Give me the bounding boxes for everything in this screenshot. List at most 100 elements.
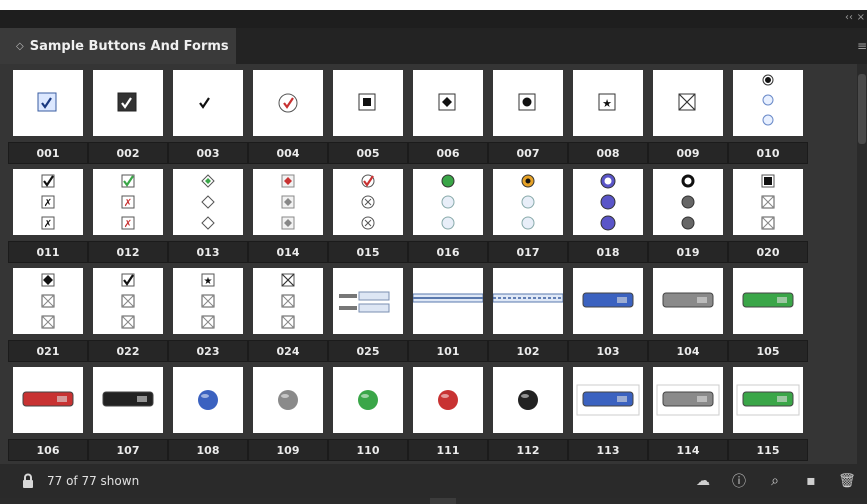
panel-tab-row: ◇ Sample Buttons And Forms ≡ bbox=[0, 28, 867, 64]
thumbnail-item[interactable]: 013 bbox=[168, 169, 248, 267]
thumbnail-item[interactable]: 002 bbox=[88, 70, 168, 168]
star-in-square-icon[interactable]: ★ bbox=[573, 70, 643, 136]
thumbnail-item[interactable]: 009 bbox=[648, 70, 728, 168]
diamond-stack-icon[interactable] bbox=[173, 169, 243, 235]
info-icon[interactable]: ⓘ bbox=[729, 471, 749, 491]
lock-icon[interactable] bbox=[22, 473, 34, 489]
gray-framed-button-icon[interactable] bbox=[653, 367, 723, 433]
thumbnail-item[interactable]: 017 bbox=[488, 169, 568, 267]
scrollbar-thumb[interactable] bbox=[858, 74, 866, 144]
thumbnail-item[interactable]: 016 bbox=[408, 169, 488, 267]
trash-icon[interactable]: 🗑 bbox=[837, 471, 857, 491]
thumbnail-item[interactable]: 102 bbox=[488, 268, 568, 366]
search-icon[interactable]: ⌕ bbox=[765, 471, 785, 491]
checkbox-stack-icon[interactable]: ✗ ✗ bbox=[13, 169, 83, 235]
purple-radio-stack-icon[interactable] bbox=[573, 169, 643, 235]
thumbnail-item[interactable]: 014 bbox=[248, 169, 328, 267]
thumbnail-item[interactable]: 111 bbox=[408, 367, 488, 465]
thumbnail-item[interactable]: ★ 023 bbox=[168, 268, 248, 366]
checkmark-icon[interactable] bbox=[173, 70, 243, 136]
thumbnail-item[interactable]: 021 bbox=[8, 268, 88, 366]
thumbnail-label: 018 bbox=[568, 241, 648, 263]
filled-square-icon[interactable] bbox=[333, 70, 403, 136]
thumbnail-item[interactable]: 004 bbox=[248, 70, 328, 168]
thumbnail-item[interactable]: 103 bbox=[568, 268, 648, 366]
thumbnail-item[interactable]: 020 bbox=[728, 169, 808, 267]
thin-field-dotted-icon[interactable] bbox=[493, 268, 563, 334]
thumbnail-item[interactable]: 015 bbox=[328, 169, 408, 267]
blue-framed-button-icon[interactable] bbox=[573, 367, 643, 433]
gray-ball-icon[interactable] bbox=[253, 367, 323, 433]
thumbnail-item[interactable]: 006 bbox=[408, 70, 488, 168]
thumbnail-item[interactable]: 113 bbox=[568, 367, 648, 465]
thumbnail-item[interactable]: 007 bbox=[488, 70, 568, 168]
thumbnail-item[interactable]: 105 bbox=[728, 268, 808, 366]
blue-button-icon[interactable] bbox=[573, 268, 643, 334]
x-box-stack-icon[interactable] bbox=[253, 268, 323, 334]
panel-menu-icon[interactable]: ≡ bbox=[857, 39, 867, 53]
thumbnail-label: 113 bbox=[568, 439, 648, 461]
thumbnail-item[interactable]: 108 bbox=[168, 367, 248, 465]
thumbnail-item[interactable]: 112 bbox=[488, 367, 568, 465]
black-ball-icon[interactable] bbox=[493, 367, 563, 433]
resize-grip[interactable] bbox=[430, 498, 456, 504]
square-box-stack-icon[interactable] bbox=[733, 169, 803, 235]
check-box-stack-icon[interactable] bbox=[93, 268, 163, 334]
x-box-icon[interactable] bbox=[653, 70, 723, 136]
thumbnail-label: 002 bbox=[88, 142, 168, 164]
thumbnail-item[interactable]: 110 bbox=[328, 367, 408, 465]
blue-ball-icon[interactable] bbox=[173, 367, 243, 433]
cloud-upload-icon[interactable]: ☁ bbox=[693, 471, 713, 491]
green-framed-button-icon[interactable] bbox=[733, 367, 803, 433]
green-ball-icon[interactable] bbox=[333, 367, 403, 433]
diamond-box-stack-icon[interactable] bbox=[13, 268, 83, 334]
form-fields-icon[interactable] bbox=[333, 268, 403, 334]
thumbnail-item[interactable]: ✗ ✗ 012 bbox=[88, 169, 168, 267]
red-diamond-stack-icon[interactable] bbox=[253, 169, 323, 235]
black-button-icon[interactable] bbox=[93, 367, 163, 433]
thumbnail-item[interactable]: 019 bbox=[648, 169, 728, 267]
thumbnail-item[interactable]: 106 bbox=[8, 367, 88, 465]
green-button-icon[interactable] bbox=[733, 268, 803, 334]
orange-radio-stack-icon[interactable] bbox=[493, 169, 563, 235]
thumbnail-item[interactable]: 114 bbox=[648, 367, 728, 465]
close-icon[interactable]: × bbox=[857, 12, 865, 23]
diamond-in-square-icon[interactable] bbox=[413, 70, 483, 136]
checkbox-filled-checked-icon[interactable] bbox=[93, 70, 163, 136]
green-red-checkbox-stack-icon[interactable]: ✗ ✗ bbox=[93, 169, 163, 235]
thumbnail-item[interactable]: 001 bbox=[8, 70, 88, 168]
radio-stack-icon[interactable] bbox=[733, 70, 803, 136]
panel-tab[interactable]: ◇ Sample Buttons And Forms bbox=[0, 28, 236, 64]
thumbnail-item[interactable]: 018 bbox=[568, 169, 648, 267]
circle-check-stack-icon[interactable] bbox=[333, 169, 403, 235]
thumbnail-item[interactable]: 022 bbox=[88, 268, 168, 366]
thumbnail-item[interactable]: ✗ ✗ 011 bbox=[8, 169, 88, 267]
thumbnail-item[interactable]: 010 bbox=[728, 70, 808, 168]
thumbnail-label: 106 bbox=[8, 439, 88, 461]
thumbnail-item[interactable]: 024 bbox=[248, 268, 328, 366]
gray-button-icon[interactable] bbox=[653, 268, 723, 334]
thumbnail-item[interactable]: 003 bbox=[168, 70, 248, 168]
new-item-icon[interactable]: ▪ bbox=[801, 471, 821, 491]
red-button-icon[interactable] bbox=[13, 367, 83, 433]
thin-field-icon[interactable] bbox=[413, 268, 483, 334]
thumbnail-item[interactable]: 109 bbox=[248, 367, 328, 465]
green-radio-stack-icon[interactable] bbox=[413, 169, 483, 235]
star-box-stack-icon[interactable]: ★ bbox=[173, 268, 243, 334]
thumbnail-label: 019 bbox=[648, 241, 728, 263]
thumbnail-item[interactable]: 005 bbox=[328, 70, 408, 168]
thumbnail-item[interactable]: 104 bbox=[648, 268, 728, 366]
thumbnail-item[interactable]: 107 bbox=[88, 367, 168, 465]
red-ball-icon[interactable] bbox=[413, 367, 483, 433]
gray-radio-stack-icon[interactable] bbox=[653, 169, 723, 235]
red-check-circle-icon[interactable] bbox=[253, 70, 323, 136]
thumbnail-item[interactable]: 101 bbox=[408, 268, 488, 366]
checkbox-checked-icon[interactable] bbox=[13, 70, 83, 136]
thumbnail-item[interactable]: 115 bbox=[728, 367, 808, 465]
scrollbar[interactable] bbox=[857, 64, 867, 464]
thumbnail-item[interactable]: 025 bbox=[328, 268, 408, 366]
collapse-icon[interactable]: ‹‹ bbox=[845, 12, 853, 23]
thumbnail-item[interactable]: ★ 008 bbox=[568, 70, 648, 168]
dot-in-square-icon[interactable] bbox=[493, 70, 563, 136]
thumbnail-label: 007 bbox=[488, 142, 568, 164]
